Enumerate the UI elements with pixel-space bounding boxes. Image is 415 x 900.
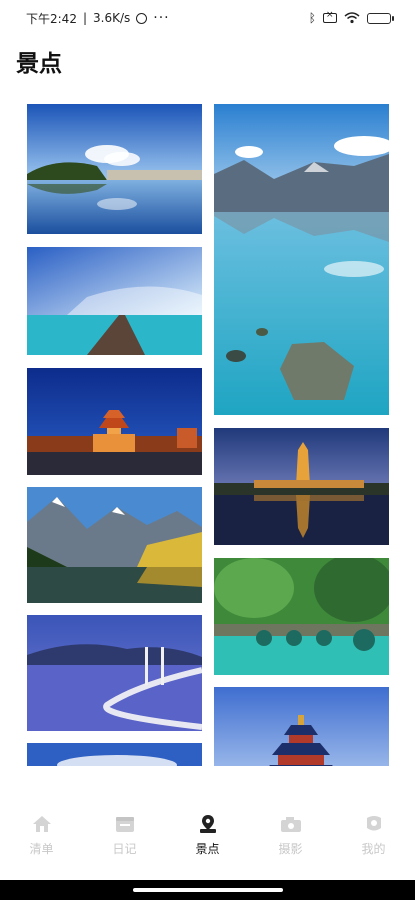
nav-label-mine: 我的 bbox=[361, 842, 386, 856]
sea-bridge-photo[interactable] bbox=[27, 615, 202, 731]
home-indicator[interactable] bbox=[133, 888, 283, 892]
status-net-speed: 3.6K/s bbox=[93, 11, 131, 25]
sim-icon bbox=[323, 10, 337, 23]
stone-bridge-photo[interactable] bbox=[214, 558, 389, 675]
status-divider: | bbox=[82, 11, 87, 25]
lake-city-photo[interactable] bbox=[27, 104, 202, 234]
alarm-icon bbox=[136, 12, 148, 24]
nav-item-photo[interactable]: 摄影 bbox=[261, 814, 321, 857]
location-pin-icon bbox=[197, 814, 219, 834]
bell-tower-photo[interactable] bbox=[27, 368, 202, 475]
nav-item-mine[interactable]: 我的 bbox=[344, 814, 404, 857]
diary-icon bbox=[114, 814, 136, 834]
nav-item-scenic[interactable]: 景点 bbox=[178, 814, 238, 857]
status-bar: 下午2:42 | 3.6K/s ··· ᛒ bbox=[0, 0, 415, 36]
page-title: 景点 bbox=[16, 51, 62, 77]
status-left: 下午2:42 | 3.6K/s ··· bbox=[26, 10, 170, 27]
camera-icon bbox=[280, 814, 302, 834]
bottom-nav: 清单 日记 景点 摄影 我的 bbox=[0, 790, 415, 880]
status-time: 下午2:42 bbox=[26, 11, 77, 26]
nav-item-list[interactable]: 清单 bbox=[12, 814, 72, 857]
nav-label-list: 清单 bbox=[29, 842, 54, 856]
mountain-lake-photo[interactable] bbox=[214, 104, 389, 415]
nav-label-photo: 摄影 bbox=[278, 842, 303, 856]
temple-of-heaven-photo[interactable] bbox=[214, 687, 389, 766]
nav-label-scenic: 景点 bbox=[195, 842, 220, 856]
sky-photo[interactable] bbox=[27, 743, 202, 766]
photo-gallery[interactable] bbox=[0, 90, 415, 766]
battery-icon bbox=[367, 12, 394, 24]
profile-icon bbox=[363, 814, 385, 834]
nav-label-diary: 日记 bbox=[112, 842, 137, 856]
status-right: ᛒ bbox=[308, 10, 394, 25]
pier-sea-photo[interactable] bbox=[27, 247, 202, 355]
nav-item-diary[interactable]: 日记 bbox=[95, 814, 155, 857]
wifi-icon bbox=[344, 12, 360, 24]
home-icon bbox=[31, 814, 53, 834]
bluetooth-icon: ᛒ bbox=[308, 11, 316, 25]
pagoda-night-photo[interactable] bbox=[214, 428, 389, 545]
alpine-forest-photo[interactable] bbox=[27, 487, 202, 603]
more-dots-icon: ··· bbox=[153, 10, 170, 26]
